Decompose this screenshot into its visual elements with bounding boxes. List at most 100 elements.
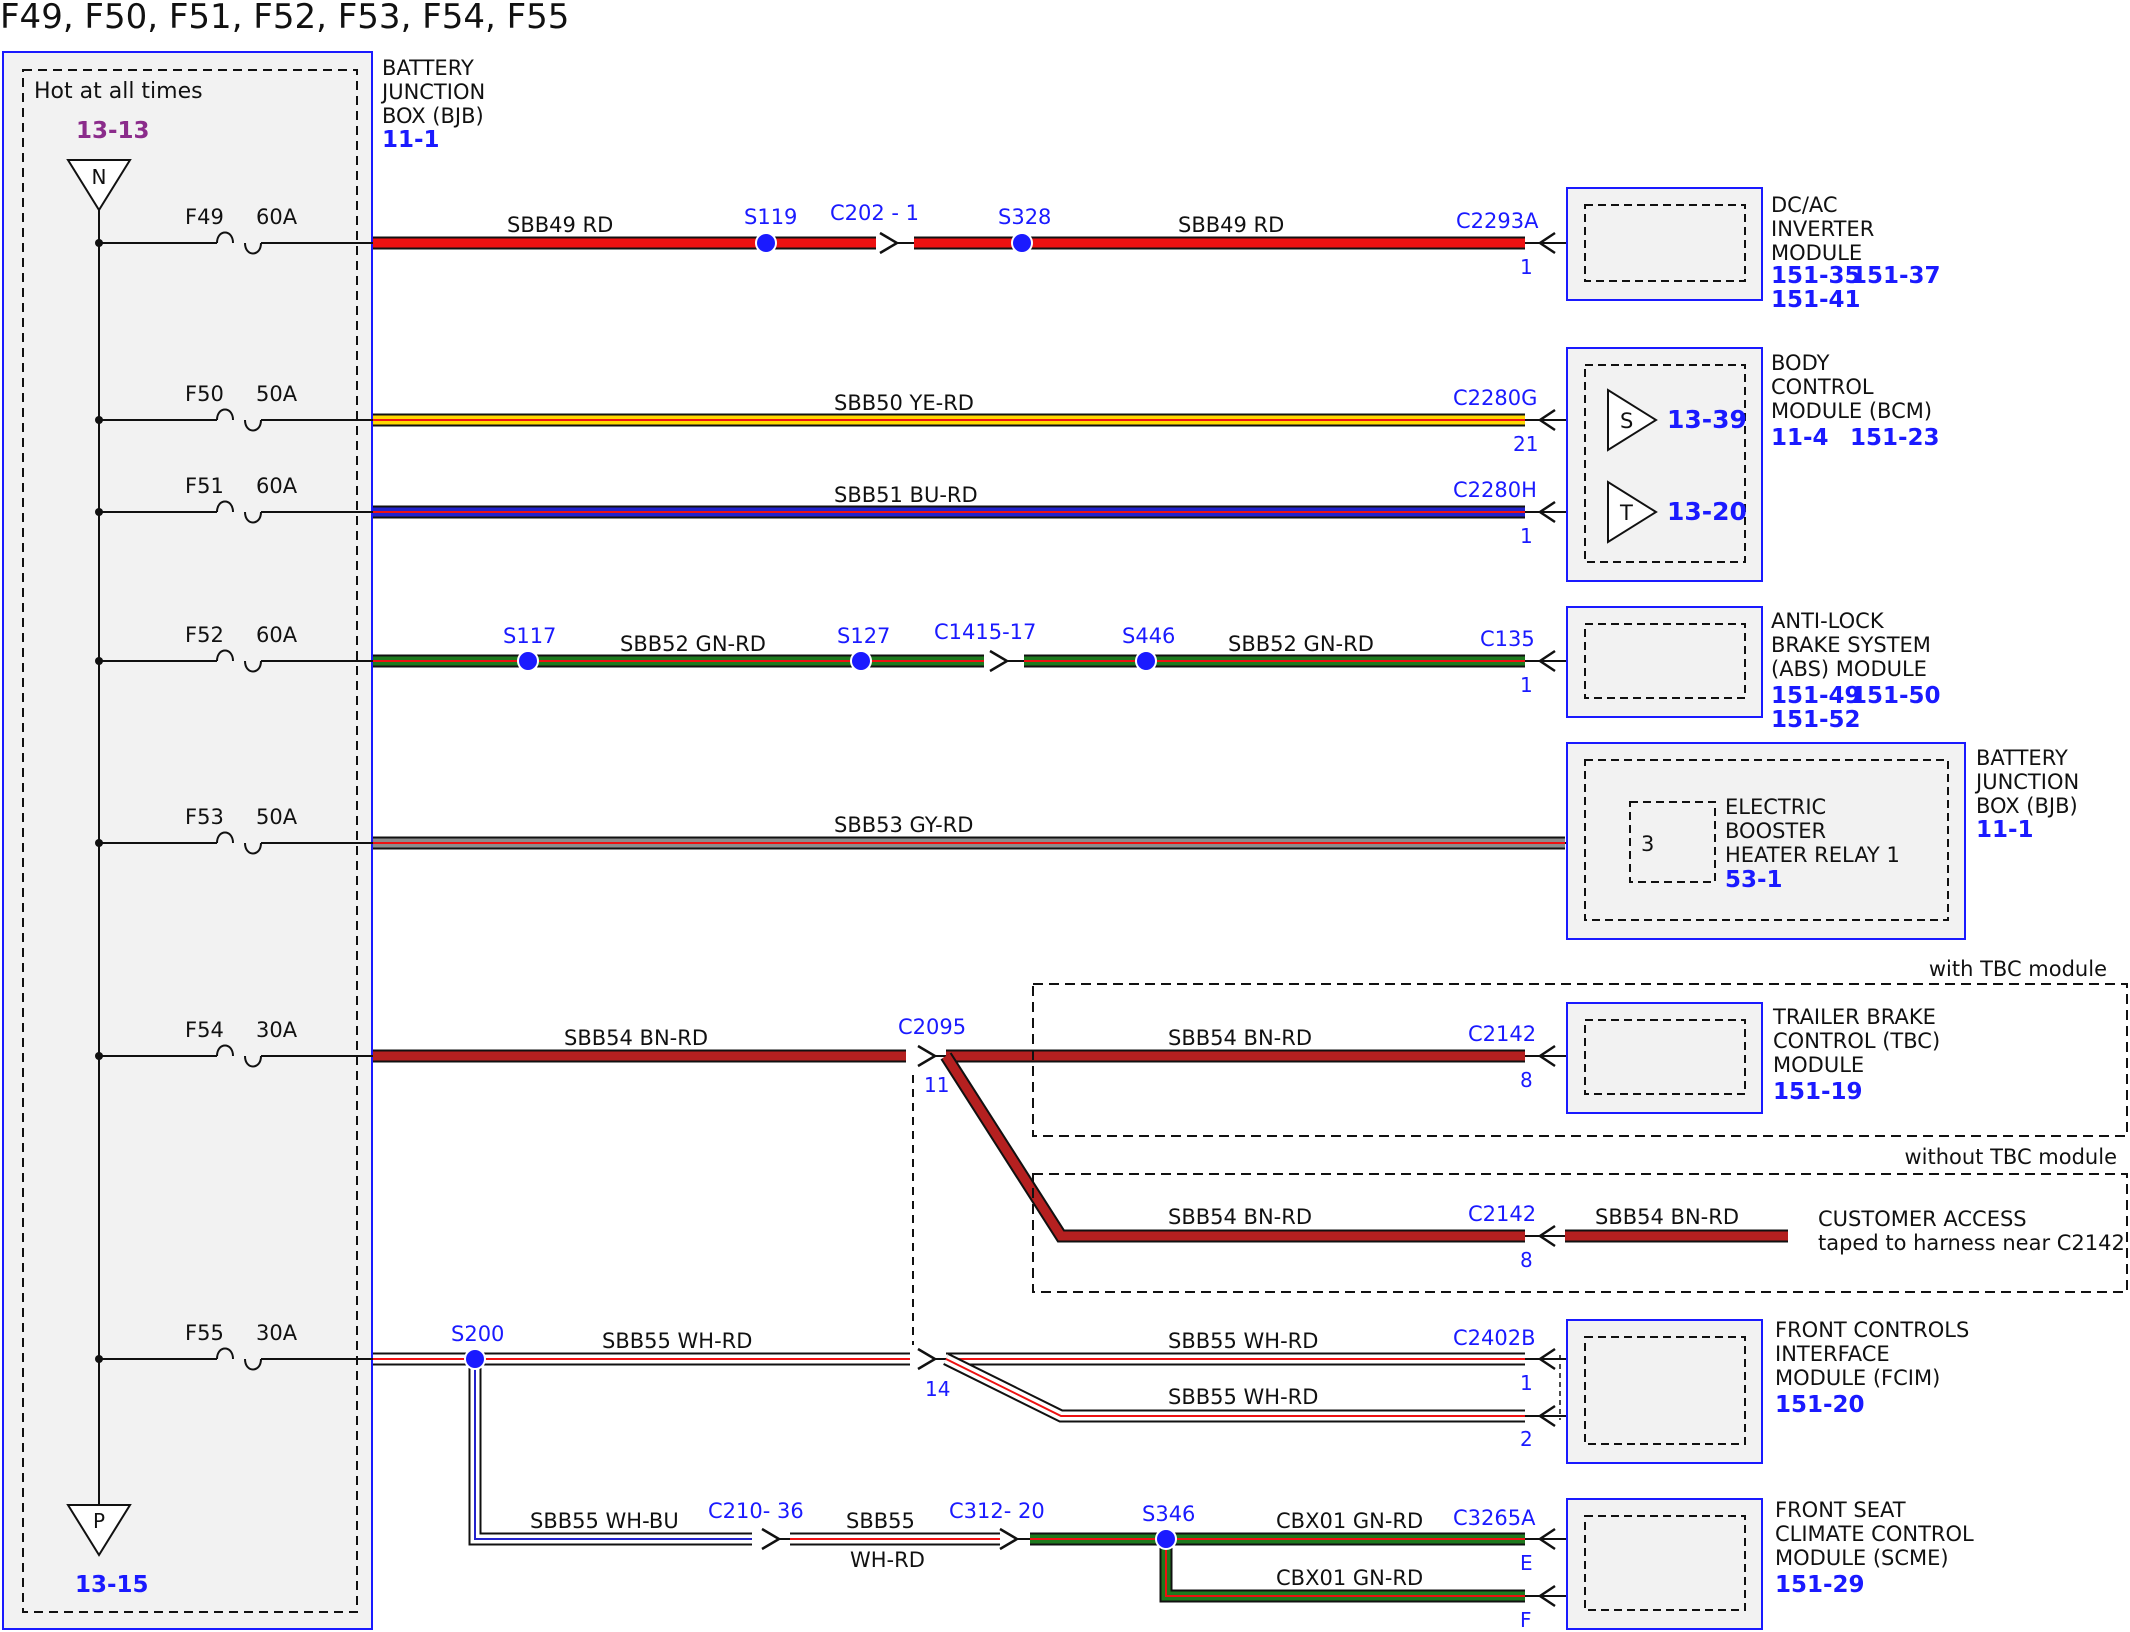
wire-label: SBB54 BN-RD <box>1595 1205 1739 1229</box>
svg-text:JUNCTION: JUNCTION <box>1974 770 2079 794</box>
module-bcm: S T 13-39 13-20 BODY CONTROL MODULE (BCM… <box>1566 347 1940 582</box>
bottom-bus-ref[interactable]: 13-15 <box>75 1572 149 1598</box>
wire-label: SBB49 RD <box>507 213 613 237</box>
fuse-rating: 60A <box>256 623 298 647</box>
circuit-f52: SBB52 GN-RD SBB52 GN-RD S117 S127 C1415-… <box>373 620 1570 697</box>
module-ref[interactable]: 151-29 <box>1775 1572 1865 1598</box>
hot-at-all-times-label: Hot at all times <box>34 79 203 104</box>
pin-label: E <box>1520 1551 1533 1575</box>
option-label: without TBC module <box>1904 1145 2117 1169</box>
svg-text:T: T <box>1619 501 1633 525</box>
splice-dot <box>464 1348 486 1370</box>
module-ref[interactable]: 11-1 <box>1976 817 2034 843</box>
wire-label: SBB54 BN-RD <box>1168 1205 1312 1229</box>
module-fcim: FRONT CONTROLS INTERFACE MODULE (FCIM) 1… <box>1566 1318 1969 1464</box>
svg-text:BOOSTER: BOOSTER <box>1725 819 1826 843</box>
fuse-id: F53 <box>185 805 224 829</box>
module-scme: FRONT SEAT CLIMATE CONTROL MODULE (SCME)… <box>1566 1498 1974 1630</box>
inline-connector-label[interactable]: C1415-17 <box>934 620 1036 644</box>
fuse-id: F55 <box>185 1321 224 1345</box>
bjb-name-line3: BOX (BJB) <box>382 104 484 128</box>
svg-text:HEATER RELAY 1: HEATER RELAY 1 <box>1725 843 1900 867</box>
module-ref[interactable]: 13-20 <box>1667 497 1747 526</box>
splice-label[interactable]: S127 <box>837 624 890 648</box>
option-label: with TBC module <box>1929 957 2107 981</box>
fuse-rating: 50A <box>256 382 298 406</box>
splice-label[interactable]: S446 <box>1122 624 1175 648</box>
bjb-box <box>2 51 373 1630</box>
wire-label: WH-RD <box>850 1548 925 1572</box>
module-tbc: TRAILER BRAKE CONTROL (TBC) MODULE 151-1… <box>1566 1002 1940 1114</box>
connector-label[interactable]: C2280G <box>1453 386 1537 410</box>
svg-text:DC/AC: DC/AC <box>1771 193 1838 217</box>
connector-label[interactable]: C2280H <box>1453 478 1537 502</box>
fuse-rating: 30A <box>256 1321 298 1345</box>
wire-label: CBX01 GN-RD <box>1276 1566 1423 1590</box>
module-ref[interactable]: 151-20 <box>1775 1392 1865 1418</box>
module-ref[interactable]: 151-49 <box>1771 683 1861 709</box>
svg-text:TRAILER BRAKE: TRAILER BRAKE <box>1772 1005 1936 1029</box>
inline-connector-icon <box>989 649 1010 673</box>
module-ref[interactable]: 151-23 <box>1850 425 1940 451</box>
splice-dot <box>850 650 872 672</box>
wire-label: SBB55 <box>846 1509 915 1533</box>
module-ref[interactable]: 151-50 <box>1851 683 1941 709</box>
module-ref[interactable]: 151-41 <box>1771 287 1861 313</box>
circuit-f55: S200 SBB55 WH-RD 14 SBB55 WH-RD SBB55 WH… <box>373 1322 1570 1632</box>
connector-label[interactable]: C2142 <box>1468 1202 1536 1226</box>
splice-dot <box>755 232 777 254</box>
svg-text:MODULE: MODULE <box>1773 1053 1864 1077</box>
svg-text:S: S <box>1620 409 1633 433</box>
svg-text:(ABS) MODULE: (ABS) MODULE <box>1771 657 1927 681</box>
svg-text:MODULE (BCM): MODULE (BCM) <box>1771 399 1932 423</box>
fuse-id: F51 <box>185 474 224 498</box>
module-ref[interactable]: 151-19 <box>1773 1079 1863 1105</box>
wire-label: SBB49 RD <box>1178 213 1284 237</box>
connector-label[interactable]: C2142 <box>1468 1022 1536 1046</box>
wiring-diagram: F49, F50, F51, F52, F53, F54, F55 Hot at… <box>0 0 2128 1632</box>
circuit-f53: SBB53 GY-RD <box>373 813 1630 850</box>
wire-label: SBB54 BN-RD <box>1168 1026 1312 1050</box>
connector-label[interactable]: C135 <box>1480 627 1535 651</box>
inline-connector-icon <box>879 231 900 255</box>
inline-connector-label[interactable]: C202 - 1 <box>830 201 919 225</box>
splice-label[interactable]: S328 <box>998 205 1051 229</box>
pin-label: 1 <box>1520 673 1533 697</box>
splice-label[interactable]: S200 <box>451 1322 504 1346</box>
wire-label: SBB52 GN-RD <box>620 632 766 656</box>
module-ref[interactable]: 11-4 <box>1771 425 1829 451</box>
connector-label[interactable]: C2293A <box>1456 209 1539 233</box>
pin-label: 8 <box>1520 1248 1533 1272</box>
module-ref[interactable]: 151-37 <box>1851 263 1941 289</box>
module-ref[interactable]: 151-52 <box>1771 707 1861 733</box>
wire-label: SBB55 WH-RD <box>602 1329 752 1353</box>
svg-text:CLIMATE CONTROL: CLIMATE CONTROL <box>1775 1522 1974 1546</box>
splice-label[interactable]: S346 <box>1142 1502 1195 1526</box>
module-ref[interactable]: 53-1 <box>1725 867 1783 893</box>
splice-label[interactable]: S119 <box>744 205 797 229</box>
inline-connector-label[interactable]: C2095 <box>898 1015 966 1039</box>
inline-connector-label[interactable]: C312- 20 <box>949 1499 1045 1523</box>
inline-connector-icon <box>761 1527 782 1551</box>
wire-label: SBB55 WH-RD <box>1168 1385 1318 1409</box>
module-ref[interactable]: 13-39 <box>1667 405 1747 434</box>
connector-label[interactable]: C3265A <box>1453 1506 1536 1530</box>
splice-label[interactable]: S117 <box>503 624 556 648</box>
fuse-id: F50 <box>185 382 224 406</box>
inline-connector-icon <box>999 1527 1020 1551</box>
connector-label[interactable]: C2402B <box>1453 1326 1536 1350</box>
module-abs: ANTI-LOCK BRAKE SYSTEM (ABS) MODULE 151-… <box>1566 606 1941 733</box>
inline-connector-label[interactable]: C210- 36 <box>708 1499 804 1523</box>
bjb-ref[interactable]: 11-1 <box>382 127 440 153</box>
circuit-f51: SBB51 BU-RD C2280H 1 <box>373 478 1608 548</box>
fuse-id: F52 <box>185 623 224 647</box>
bus-top-symbol: N <box>92 165 107 189</box>
svg-text:MODULE (FCIM): MODULE (FCIM) <box>1775 1366 1940 1390</box>
pin-label: 1 <box>1520 1371 1533 1395</box>
customer-access-label: CUSTOMER ACCESS <box>1818 1207 2027 1231</box>
bjb-name-line2: JUNCTION <box>380 80 485 104</box>
module-ref[interactable]: 151-35 <box>1771 263 1861 289</box>
svg-text:INTERFACE: INTERFACE <box>1775 1342 1890 1366</box>
pin-label: 3 <box>1641 832 1654 856</box>
top-bus-ref[interactable]: 13-13 <box>76 118 150 144</box>
